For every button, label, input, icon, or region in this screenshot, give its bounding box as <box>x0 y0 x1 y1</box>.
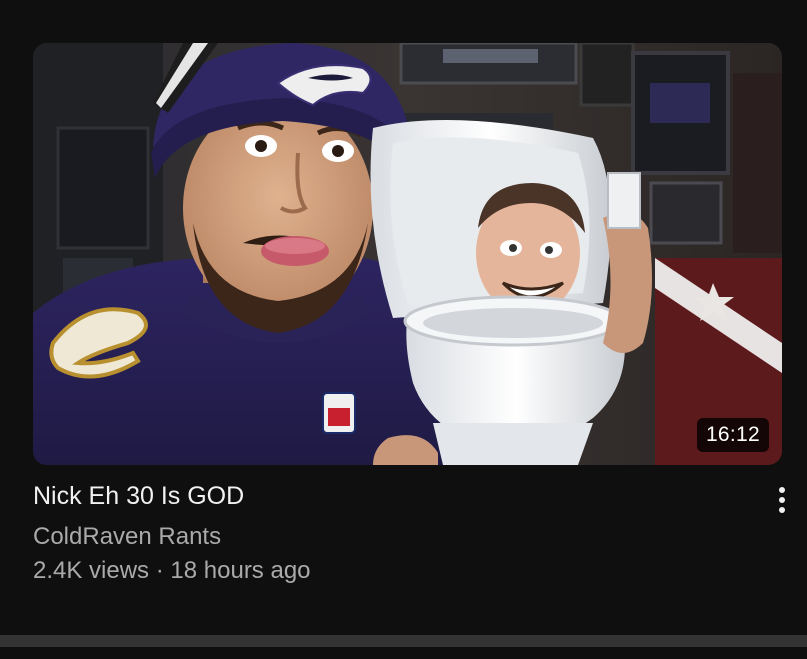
duration-badge: 16:12 <box>696 418 769 452</box>
channel-name[interactable]: ColdRaven Rants <box>33 522 753 552</box>
video-details: Nick Eh 30 Is GOD ColdRaven Rants 2.4K v… <box>33 480 753 586</box>
video-title[interactable]: Nick Eh 30 Is GOD <box>33 480 753 512</box>
video-thumbnail[interactable]: 16:12 <box>33 43 782 465</box>
video-card: 16:12 Nick Eh 30 Is GOD ColdRaven Rants … <box>0 0 807 659</box>
more-vertical-icon <box>779 487 785 513</box>
view-count: 2.4K views <box>33 557 150 584</box>
thumbnail-image <box>33 43 782 465</box>
upload-age: 18 hours ago <box>170 557 311 584</box>
stats-separator: · <box>155 557 164 584</box>
more-options-button[interactable] <box>762 482 802 518</box>
section-divider <box>0 635 807 647</box>
video-stats: 2.4K views · 18 hours ago <box>33 556 753 586</box>
